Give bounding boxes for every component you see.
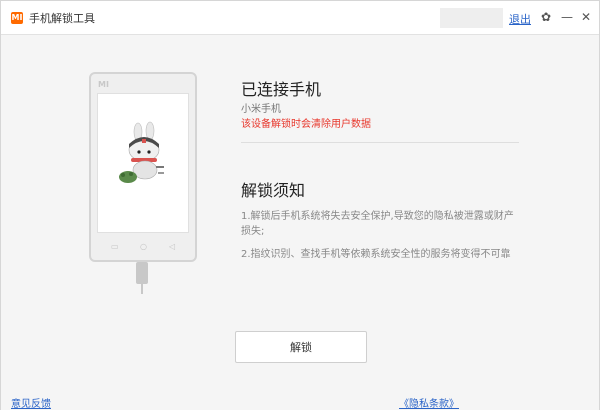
notice-item: 2.指纹识别、查找手机等依赖系统安全性的服务将变得不可靠 [241,249,511,260]
connection-title: 已连接手机 [241,80,322,99]
account-name-area[interactable] [440,8,503,28]
unlock-button[interactable]: 解锁 [235,331,367,363]
data-wipe-warning: 该设备解锁时会清除用户数据 [241,119,371,130]
gear-icon[interactable]: ✿ [538,9,554,25]
app-window: MI 手机解锁工具 退出 ✿ — ✕ MI ▭ ○ ◁ 已连接手机 小米手机 该… [0,0,600,410]
logout-link[interactable]: 退出 [509,11,531,27]
phone-illustration: MI ▭ ○ ◁ [89,72,197,262]
menu-key-icon: ▭ [111,242,119,251]
usb-cable-icon [136,262,148,284]
phone-screen [97,93,189,233]
mi-logo-icon: MI [11,12,23,24]
back-key-icon: ◁ [169,242,176,251]
phone-brand-logo: MI [98,80,109,89]
title-bar: MI 手机解锁工具 退出 ✿ — ✕ [1,1,599,35]
minimize-icon[interactable]: — [559,9,575,25]
usb-cable-wire [141,284,143,294]
app-title: 手机解锁工具 [29,12,95,25]
mitu-mascot-icon [119,121,164,183]
privacy-policy-link[interactable]: 《隐私条款》 [399,395,459,410]
footer [1,392,599,410]
divider [241,142,519,143]
home-key-icon: ○ [140,242,147,251]
feedback-link[interactable]: 意见反馈 [11,395,51,410]
notice-title: 解锁须知 [241,181,306,200]
close-icon[interactable]: ✕ [578,9,594,25]
notice-item: 1.解锁后手机系统将失去安全保护,导致您的隐私被泄露或财产损失; [241,211,514,237]
device-name: 小米手机 [241,104,281,115]
